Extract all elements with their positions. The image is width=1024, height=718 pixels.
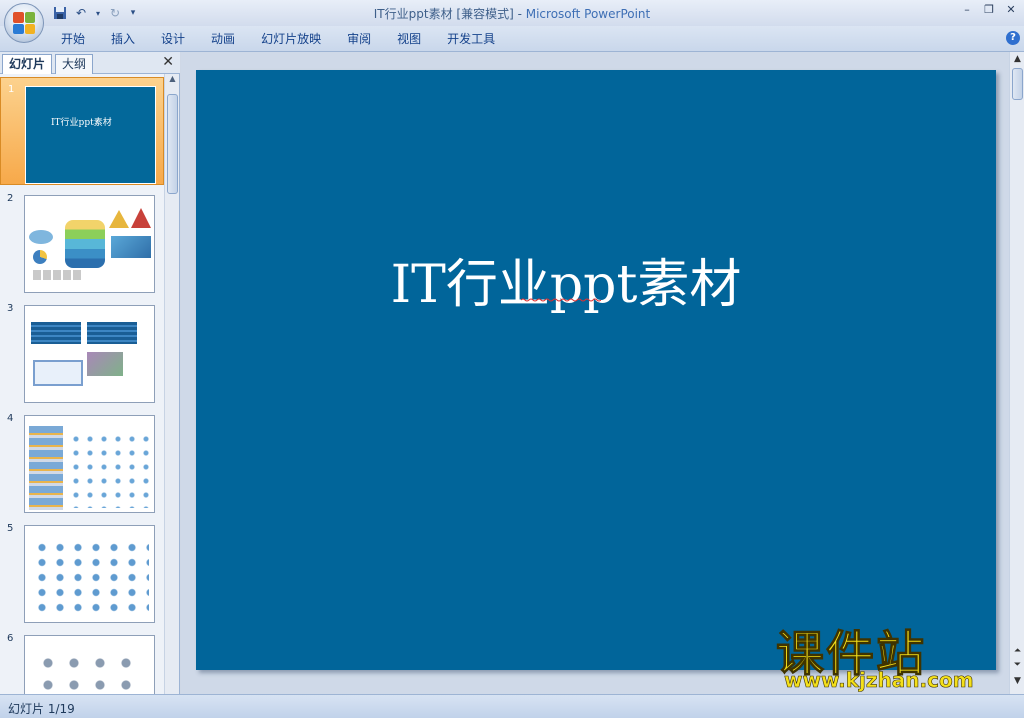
- document-title: IT行业ppt素材 [兼容模式]: [373, 7, 514, 21]
- photo-graphic: [87, 352, 123, 376]
- thumbnail-title: IT行业ppt素材: [51, 118, 112, 128]
- tab-slideshow[interactable]: 幻灯片放映: [248, 31, 334, 47]
- disc-graphic: [29, 230, 53, 244]
- pane-close-icon[interactable]: ✕: [162, 54, 174, 70]
- slides-pane: 幻灯片 大纲 ✕ 1 IT行业ppt素材 2 3 4 5 6 ▲: [0, 52, 180, 694]
- app-name: Microsoft PowerPoint: [525, 7, 651, 21]
- slide-counter: 幻灯片 1/19: [8, 702, 75, 716]
- slide-thumbnail-3[interactable]: 3: [0, 297, 164, 405]
- thumbnail-preview: [24, 415, 155, 513]
- scroll-thumb[interactable]: [1012, 68, 1023, 100]
- stacked-cylinders-graphic: [65, 220, 105, 268]
- tab-animations[interactable]: 动画: [198, 31, 248, 47]
- close-icon[interactable]: ✕: [1004, 3, 1018, 16]
- shapes-grid-graphic: [33, 540, 149, 618]
- restore-icon[interactable]: ❐: [982, 3, 996, 16]
- office-button[interactable]: [4, 3, 44, 43]
- status-bar: 幻灯片 1/19: [0, 694, 1024, 718]
- ribbon-tabs-bar: 开始 插入 设计 动画 幻灯片放映 审阅 视图 开发工具 ?: [0, 26, 1024, 52]
- watermark-url: www.kjzhan.com: [784, 668, 974, 693]
- tab-developer[interactable]: 开发工具: [434, 31, 508, 47]
- ribbon-tabs: 开始 插入 设计 动画 幻灯片放映 审阅 视图 开发工具: [48, 31, 508, 47]
- slide-thumbnail-4[interactable]: 4: [0, 407, 164, 515]
- slide-thumbnail-2[interactable]: 2: [0, 187, 164, 295]
- office-logo-icon: [13, 12, 35, 34]
- network-graphic: [35, 652, 145, 694]
- flow-graphic: [33, 360, 83, 386]
- tab-insert[interactable]: 插入: [98, 31, 148, 47]
- pie-graphic: [33, 250, 47, 264]
- watermark-logo: 课件站 www.kjzhan.com: [775, 614, 1016, 694]
- help-icon[interactable]: ?: [1006, 31, 1020, 45]
- thumbnail-preview: [24, 195, 155, 293]
- thumbnail-number: 4: [7, 413, 14, 424]
- scroll-up-icon[interactable]: ▲: [1010, 54, 1024, 64]
- window-controls: – ❐ ✕: [960, 3, 1018, 16]
- thumbnail-preview: [24, 305, 155, 403]
- window-title: IT行业ppt素材 [兼容模式] - Microsoft PowerPoint: [0, 5, 1024, 22]
- thumbnail-scrollbar[interactable]: ▲: [164, 74, 179, 694]
- slide-editing-area: IT行业ppt素材: [181, 52, 1009, 694]
- thumbnail-number: 1: [8, 84, 15, 95]
- scroll-thumb[interactable]: [167, 94, 178, 194]
- pyramid-graphic: [109, 210, 129, 228]
- thumbnail-preview: [24, 635, 155, 694]
- thumbnail-number: 6: [7, 633, 14, 644]
- table-graphic-right: [87, 322, 137, 344]
- minimize-icon[interactable]: –: [960, 3, 974, 16]
- tab-outline[interactable]: 大纲: [55, 54, 94, 74]
- shape-column-graphic: [29, 426, 63, 510]
- slide-thumbnail-1[interactable]: 1 IT行业ppt素材: [0, 77, 164, 185]
- thumbnail-number: 2: [7, 193, 14, 204]
- slide-thumbnail-6[interactable]: 6: [0, 627, 164, 694]
- thumbnail-list: 1 IT行业ppt素材 2 3 4 5 6: [0, 74, 164, 694]
- slide-title[interactable]: IT行业ppt素材: [196, 242, 936, 317]
- table-graphic-left: [31, 322, 81, 344]
- thumbnail-preview: [24, 525, 155, 623]
- thumbnail-number: 5: [7, 523, 14, 534]
- shapes-grid-graphic: [69, 432, 151, 508]
- current-slide[interactable]: IT行业ppt素材: [196, 70, 996, 670]
- pane-tabs: 幻灯片 大纲 ✕: [0, 52, 180, 74]
- thumbnail-number: 3: [7, 303, 14, 314]
- thumbnail-preview: IT行业ppt素材: [25, 86, 156, 184]
- steps-graphic: [111, 236, 151, 258]
- red-pyramid-graphic: [131, 208, 151, 228]
- tab-slides[interactable]: 幻灯片: [2, 54, 53, 74]
- title-separator: -: [513, 7, 526, 21]
- scroll-up-icon[interactable]: ▲: [165, 74, 180, 88]
- tab-home[interactable]: 开始: [48, 31, 98, 47]
- tab-design[interactable]: 设计: [148, 31, 198, 47]
- slide-thumbnail-5[interactable]: 5: [0, 517, 164, 625]
- tab-view[interactable]: 视图: [384, 31, 434, 47]
- blocks-graphic: [33, 270, 81, 280]
- tab-review[interactable]: 审阅: [334, 31, 384, 47]
- title-bar: ↶ ▾ ↻ ▾ IT行业ppt素材 [兼容模式] - Microsoft Pow…: [0, 0, 1024, 26]
- main-scrollbar[interactable]: ▲ ⏶ ⏷ ▼: [1009, 52, 1024, 694]
- spellcheck-squiggle: [521, 298, 601, 302]
